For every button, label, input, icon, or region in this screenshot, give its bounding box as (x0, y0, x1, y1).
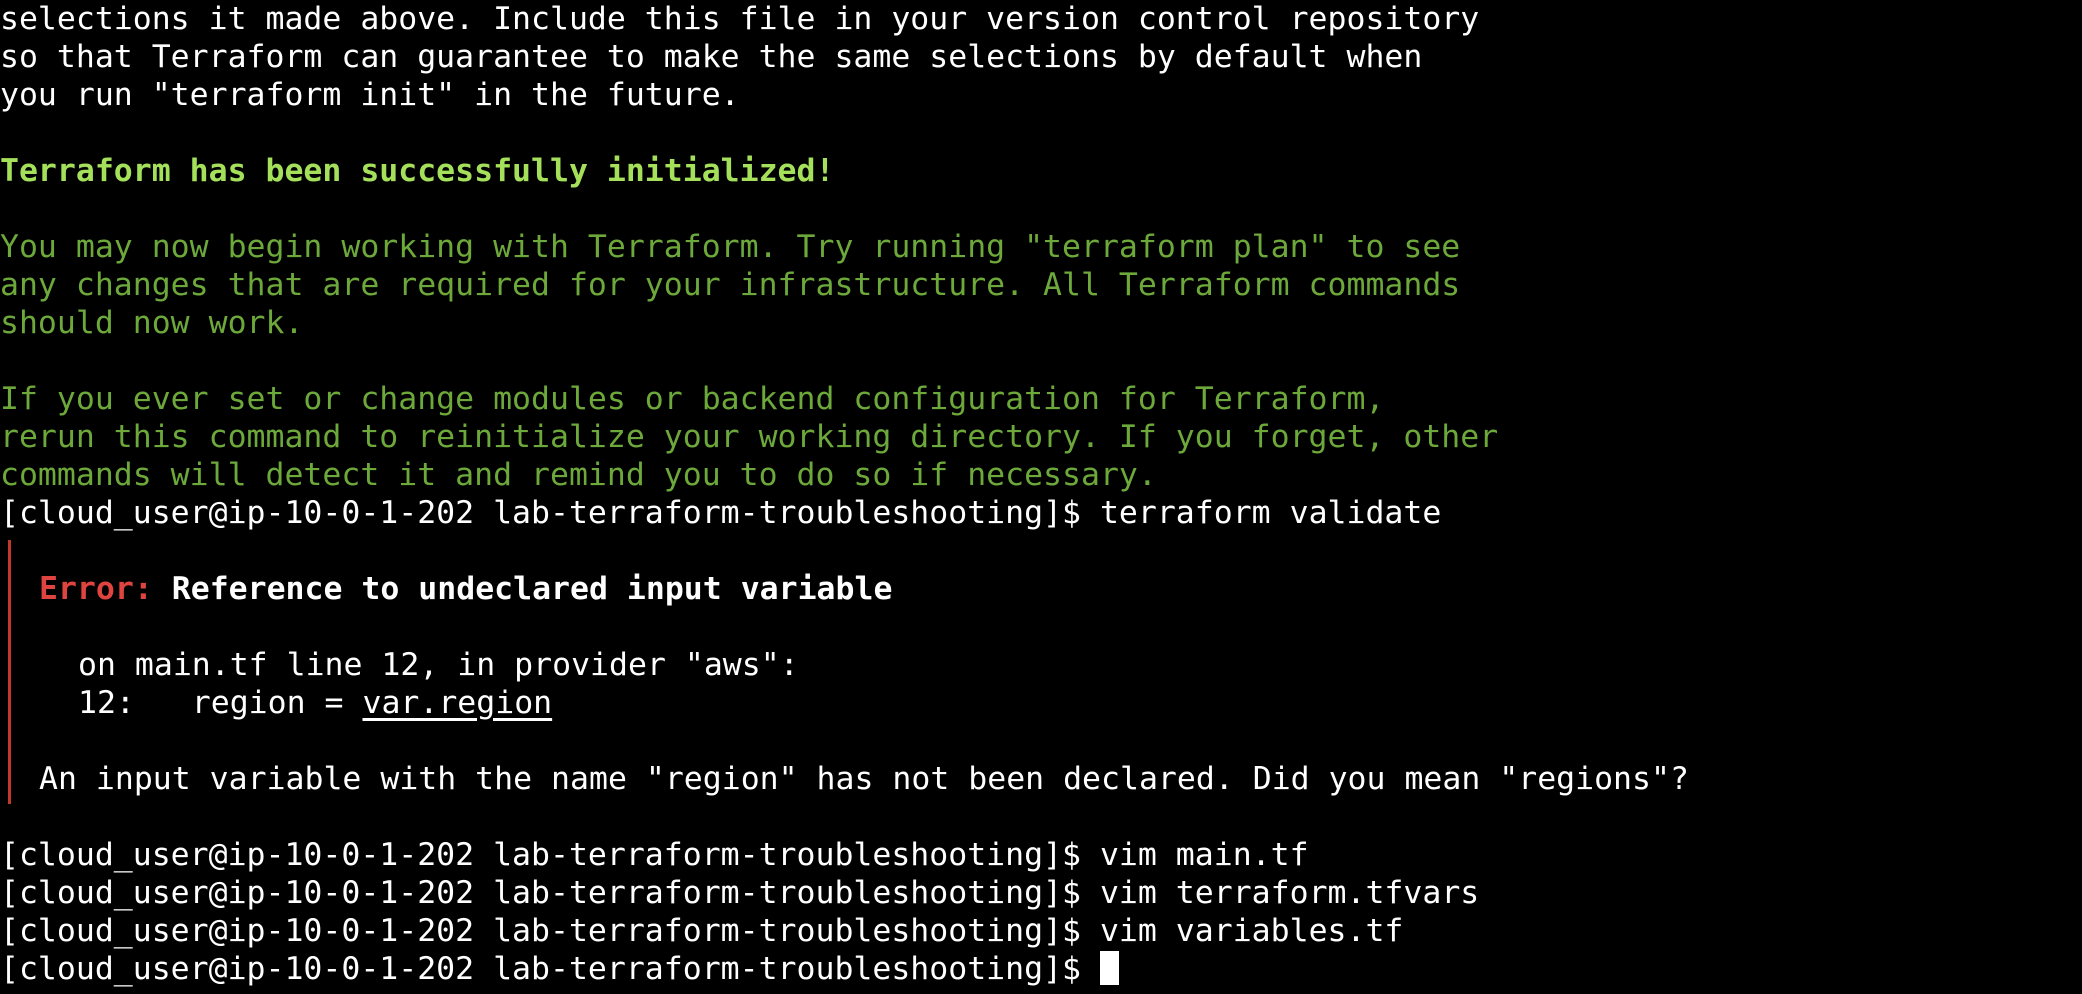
command-line: [cloud_user@ip-10-0-1-202 lab-terraform-… (0, 836, 2082, 874)
success-message-line: any changes that are required for your i… (0, 267, 1461, 303)
success-message-line: You may now begin working with Terraform… (0, 229, 1461, 265)
error-block: Error: Reference to undeclared input var… (0, 532, 2082, 836)
shell-prompt: [cloud_user@ip-10-0-1-202 lab-terraform-… (0, 913, 1100, 949)
output-line: selections it made above. Include this f… (0, 1, 1480, 37)
command-line: [cloud_user@ip-10-0-1-202 lab-terraform-… (0, 494, 2082, 532)
shell-prompt: [cloud_user@ip-10-0-1-202 lab-terraform-… (0, 875, 1100, 911)
command-line: [cloud_user@ip-10-0-1-202 lab-terraform-… (0, 912, 2082, 950)
command-text: vim terraform.tfvars (1099, 875, 1480, 911)
output-line: you run "terraform init" in the future. (0, 77, 740, 113)
code-reference: var.region (362, 685, 553, 721)
code-prefix: 12: region = (78, 685, 363, 721)
success-message-line: should now work. (0, 305, 304, 341)
success-heading: Terraform has been successfully initiali… (0, 153, 835, 189)
shell-prompt: [cloud_user@ip-10-0-1-202 lab-terraform-… (0, 495, 1100, 531)
command-text: vim variables.tf (1099, 913, 1404, 949)
success-message-line: rerun this command to reinitialize your … (0, 419, 1499, 455)
command-line: [cloud_user@ip-10-0-1-202 lab-terraform-… (0, 874, 2082, 912)
shell-prompt: [cloud_user@ip-10-0-1-202 lab-terraform-… (0, 837, 1100, 873)
error-code-line: 12: region = var.region (0, 684, 2082, 722)
shell-prompt: [cloud_user@ip-10-0-1-202 lab-terraform-… (0, 951, 1100, 987)
success-message-line: If you ever set or change modules or bac… (0, 381, 1385, 417)
error-label: Error: (39, 571, 153, 607)
command-text: terraform validate (1099, 495, 1442, 531)
error-detail: An input variable with the name "region"… (39, 761, 1689, 797)
success-message-line: commands will detect it and remind you t… (0, 457, 1157, 493)
active-prompt-line[interactable]: [cloud_user@ip-10-0-1-202 lab-terraform-… (0, 950, 2082, 988)
text-cursor[interactable] (1099, 951, 1119, 985)
error-heading: Error: Reference to undeclared input var… (0, 570, 2082, 608)
terminal-window[interactable]: selections it made above. Include this f… (0, 0, 2082, 994)
error-title: Reference to undeclared input variable (171, 571, 893, 607)
error-location: on main.tf line 12, in provider "aws": (78, 647, 799, 683)
output-line: so that Terraform can guarantee to make … (0, 39, 1423, 75)
command-text: vim main.tf (1099, 837, 1309, 873)
